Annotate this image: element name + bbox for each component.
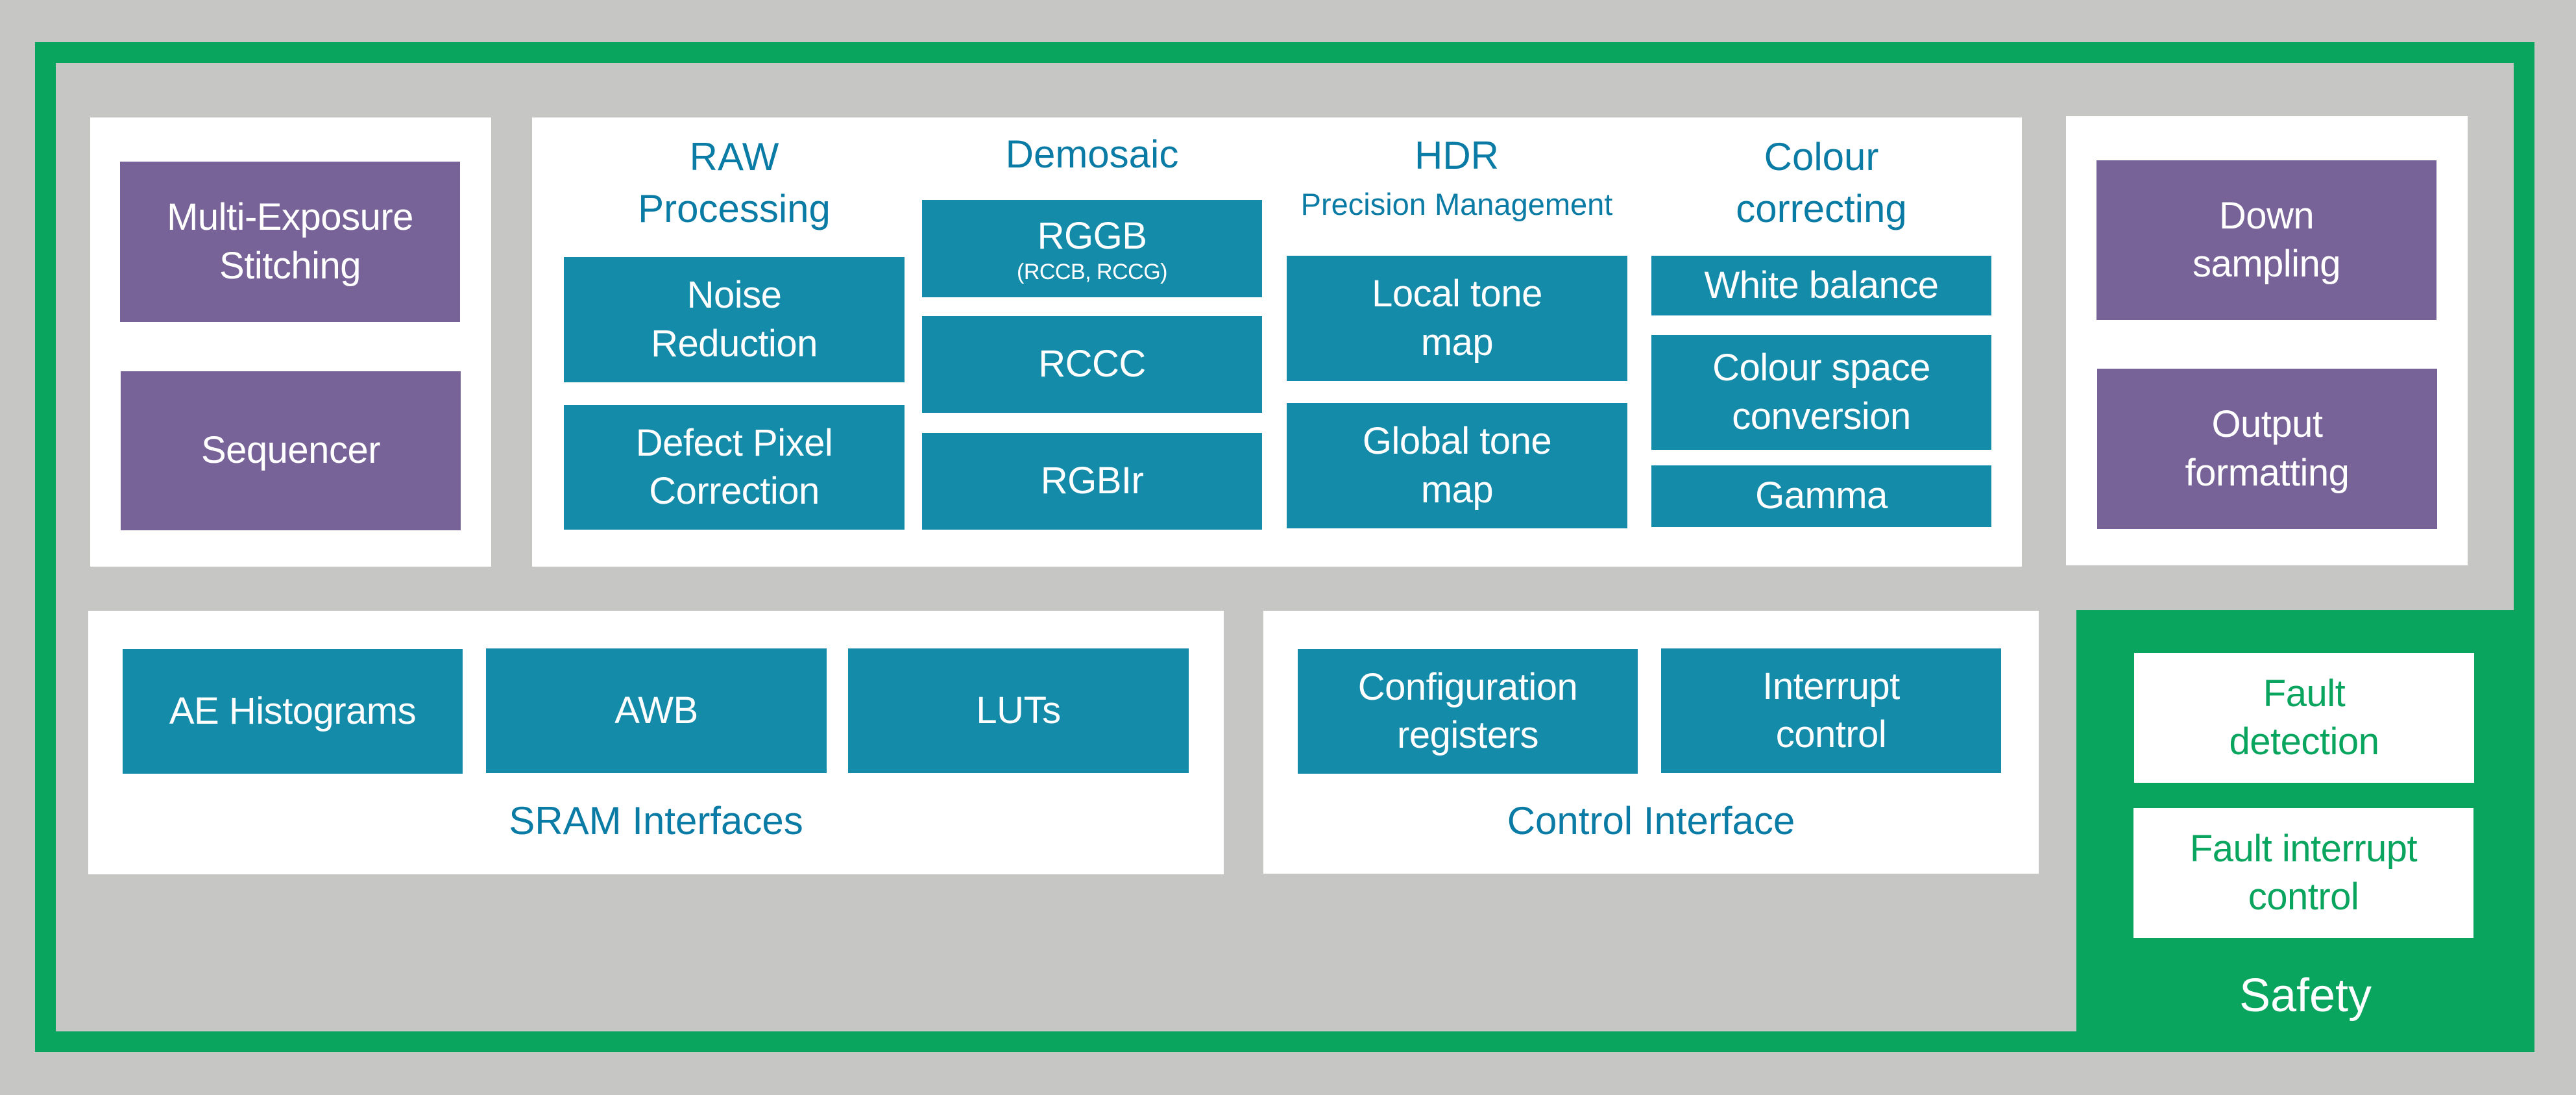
block-label-line1: Colour space bbox=[1712, 347, 1930, 389]
luts-block[interactable]: LUTs bbox=[848, 648, 1189, 773]
multi-exposure-stitching-block[interactable]: Multi-Exposure Stitching bbox=[120, 162, 460, 322]
colour-title: Colour bbox=[1764, 135, 1879, 178]
awb-block[interactable]: AWB bbox=[486, 648, 827, 773]
block-label-line1: Fault interrupt bbox=[2189, 827, 2418, 870]
block-label-line1: Global tone bbox=[1362, 420, 1552, 463]
block-label-line2: sampling bbox=[2192, 243, 2341, 285]
block-label-line1: Sequencer bbox=[200, 429, 381, 472]
block-label-line1: Local tone bbox=[1372, 273, 1542, 315]
block-label-line1: LUTs bbox=[976, 689, 1061, 732]
fault-detection-block[interactable]: Fault detection bbox=[2134, 653, 2474, 783]
sequencer-block[interactable]: Sequencer bbox=[121, 371, 461, 530]
colour-space-conversion-block[interactable]: Colour space conversion bbox=[1651, 335, 1991, 450]
safety-label: Safety bbox=[2239, 970, 2372, 1022]
block-label-line1: Output bbox=[2211, 403, 2323, 446]
configuration-registers-block[interactable]: Configuration registers bbox=[1298, 649, 1638, 774]
fault-interrupt-control-block[interactable]: Fault interrupt control bbox=[2133, 808, 2473, 938]
block-label-line2: detection bbox=[2229, 720, 2379, 763]
ae-histograms-block[interactable]: AE Histograms bbox=[123, 649, 463, 774]
block-label-line1: AWB bbox=[614, 689, 698, 732]
block-label-line2: map bbox=[1420, 468, 1494, 511]
block-label-line1: Gamma bbox=[1755, 474, 1888, 517]
block-label-line1: Down bbox=[2218, 194, 2315, 237]
block-label-line1: Configuration bbox=[1357, 665, 1578, 708]
interrupt-control-block[interactable]: Interrupt control bbox=[1661, 648, 2001, 773]
block-label-line2: Correction bbox=[649, 470, 820, 512]
demosaic-heading: Demosaic bbox=[922, 129, 1262, 180]
block-label-line1: RGBIr bbox=[1040, 460, 1144, 502]
white-balance-block[interactable]: White balance bbox=[1651, 256, 1991, 315]
colour-subtitle: correcting bbox=[1736, 187, 1907, 230]
raw-subtitle: Processing bbox=[638, 187, 831, 230]
block-label-line1: Fault bbox=[2263, 672, 2346, 715]
rgbir-block[interactable]: RGBIr bbox=[922, 433, 1262, 530]
gamma-block[interactable]: Gamma bbox=[1651, 465, 1991, 527]
sram-interfaces-label: SRAM Interfaces bbox=[509, 799, 803, 843]
noise-reduction-block[interactable]: Noise Reduction bbox=[564, 257, 905, 382]
block-label-line2: control bbox=[2248, 876, 2359, 918]
block-label-line1: AE Histograms bbox=[169, 689, 417, 732]
block-label-line2: Reduction bbox=[651, 322, 818, 365]
rccc-block[interactable]: RCCC bbox=[922, 316, 1262, 413]
block-label-line2: map bbox=[1420, 321, 1494, 363]
block-label-line2: conversion bbox=[1732, 395, 1911, 437]
demosaic-title: Demosaic bbox=[1005, 132, 1179, 176]
block-label-line1: White balance bbox=[1704, 264, 1939, 306]
hdr-title: HDR bbox=[1415, 134, 1499, 177]
block-label-line1: Defect Pixel bbox=[635, 421, 833, 464]
raw-title: RAW bbox=[689, 135, 779, 178]
control-interface-label: Control Interface bbox=[1507, 799, 1795, 843]
block-label-line1: RCCC bbox=[1038, 343, 1146, 386]
block-label-line2: Stitching bbox=[219, 244, 361, 287]
global-tone-map-block[interactable]: Global tone map bbox=[1287, 403, 1627, 528]
local-tone-map-block[interactable]: Local tone map bbox=[1287, 256, 1627, 381]
hdr-heading: HDR Precision Management bbox=[1272, 130, 1642, 227]
defect-pixel-correction-block[interactable]: Defect Pixel Correction bbox=[564, 405, 905, 530]
block-label-line2: formatting bbox=[2185, 451, 2350, 494]
block-label-line1: RGGB bbox=[1037, 215, 1147, 258]
raw-processing-heading: RAW Processing bbox=[564, 131, 905, 235]
block-sublabel: (RCCB, RCCG) bbox=[1017, 260, 1167, 285]
block-label-line2: control bbox=[1775, 713, 1887, 756]
down-sampling-block[interactable]: Down sampling bbox=[2096, 160, 2436, 320]
output-formatting-block[interactable]: Output formatting bbox=[2097, 369, 2437, 529]
block-label-line1: Noise bbox=[687, 274, 782, 317]
block-label-line1: Interrupt bbox=[1762, 665, 1900, 707]
colour-correcting-heading: Colour correcting bbox=[1651, 131, 1991, 235]
hdr-subtitle: Precision Management bbox=[1300, 187, 1613, 221]
block-label-line2: registers bbox=[1397, 714, 1538, 756]
rggb-block[interactable]: RGGB (RCCB, RCCG) bbox=[922, 200, 1262, 297]
block-label-line1: Multi-Exposure bbox=[167, 196, 413, 239]
